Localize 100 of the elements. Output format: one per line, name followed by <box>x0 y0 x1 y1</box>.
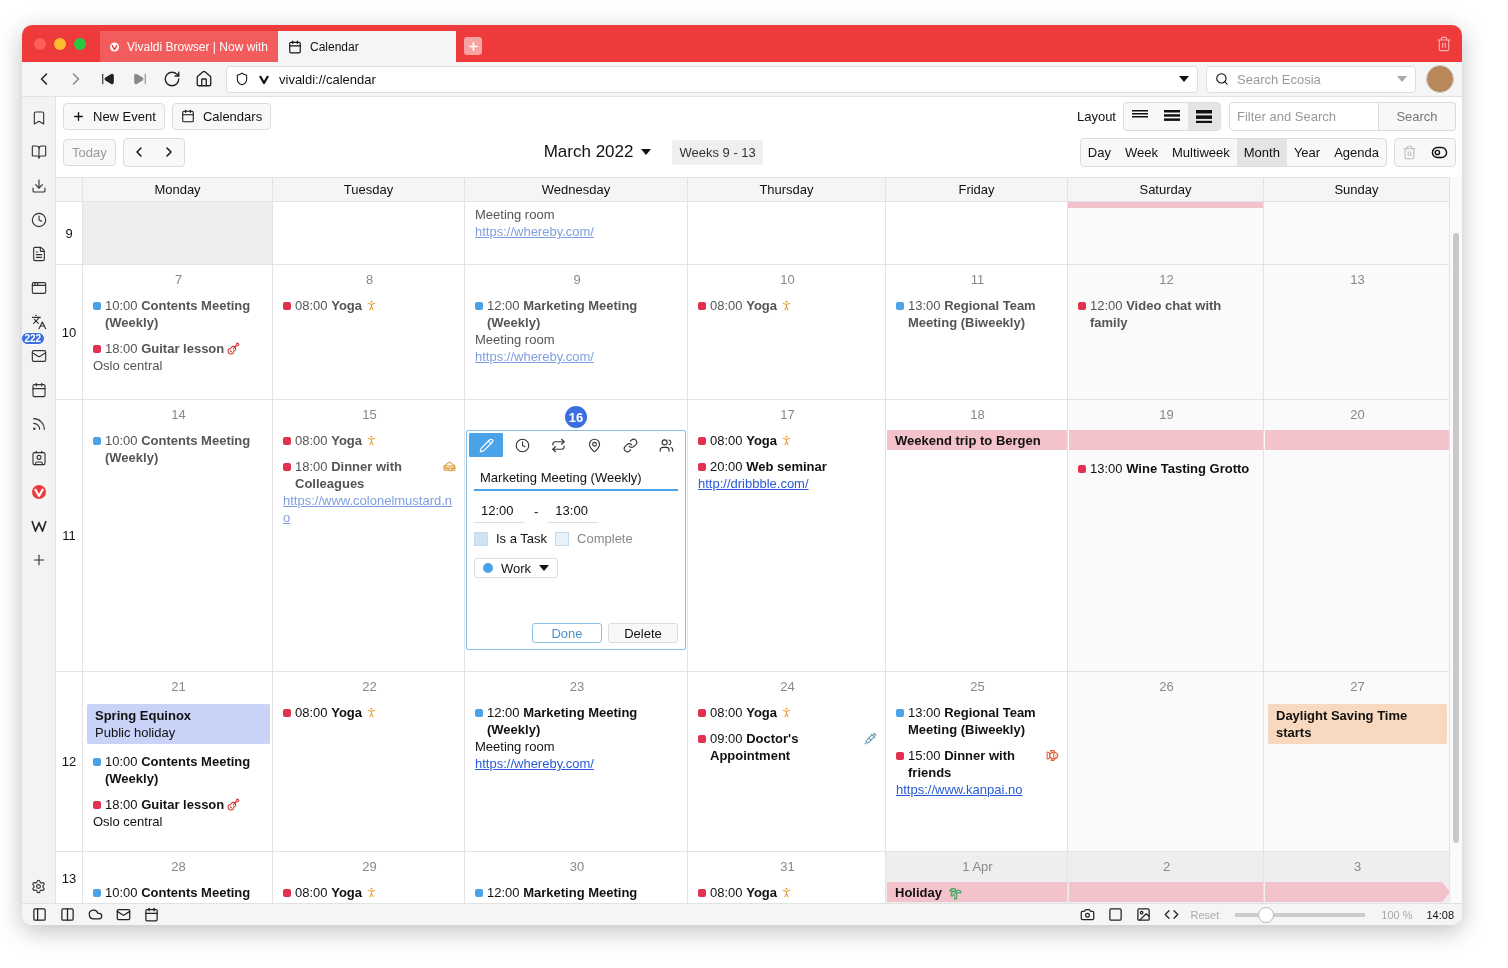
event-title[interactable]: 08:00 Yoga <box>710 432 777 449</box>
day-cell[interactable]: 21 Spring Equinox Public holiday 10:00 Contents Meeting (Weekly) 18:00 Guitar lesson Oslo central <box>83 672 273 852</box>
day-cell[interactable]: 22 08:00 Yoga <box>273 672 465 852</box>
calendar-button[interactable] <box>142 905 160 924</box>
event-title[interactable]: 18:00 Guitar lesson <box>105 340 225 357</box>
view-tab[interactable]: Day <box>1080 138 1118 166</box>
day-cell[interactable]: 9 12:00 Marketing Meeting (Weekly) Meeting room https://whereby.com/ <box>465 265 688 400</box>
day-cell[interactable]: 25 13:00 Regional Team Meeting (Biweekly) 15:00 Dinner with friends https://www.kanpai.no <box>886 672 1068 852</box>
day-cell[interactable]: 11 13:00 Regional Team Meeting (Biweekly) <box>886 265 1068 400</box>
event-title[interactable]: 10:00 Contents Meeting (Weekly) <box>105 432 264 466</box>
day-cell[interactable]: 15 08:00 Yoga 18:00 Dinner with Colleagues https://www.colonelmustard.no <box>273 400 465 672</box>
day-cell[interactable]: 13 <box>1264 265 1450 400</box>
day-cell[interactable] <box>83 202 273 265</box>
new-tab-button[interactable] <box>464 37 482 55</box>
day-cell[interactable]: 20 <box>1264 400 1450 672</box>
event-title[interactable]: 08:00 Yoga <box>295 432 362 449</box>
day-number: 29 <box>362 859 377 874</box>
day-cell[interactable]: 10 08:00 Yoga <box>688 265 886 400</box>
day-cell[interactable]: 8 08:00 Yoga <box>273 265 465 400</box>
multi-day-event[interactable]: Holiday <box>887 882 1067 902</box>
search-input[interactable]: Search Ecosia <box>1235 70 1391 88</box>
window-button[interactable] <box>1106 905 1125 924</box>
event-title[interactable]: 08:00 Yoga <box>710 704 777 721</box>
event-title[interactable]: 12:00 Video chat with family <box>1090 297 1255 331</box>
event-title[interactable]: 08:00 Yoga <box>295 297 362 314</box>
vivaldi-logo-icon <box>31 485 46 499</box>
clock-icon <box>514 437 530 453</box>
day-cell[interactable]: 23 12:00 Marketing Meeting (Weekly) Meeting room https://whereby.com/ <box>465 672 688 852</box>
address-field[interactable]: vivaldi://calendar <box>226 65 1198 93</box>
filter-field[interactable]: Filter and Search <box>1229 101 1379 131</box>
event-title[interactable]: 08:00 Yoga <box>710 297 777 314</box>
event-title[interactable]: 13:00 Regional Team Meeting (Biweekly) <box>908 704 1059 738</box>
view-tab[interactable]: Agenda <box>1327 138 1386 166</box>
event-title[interactable]: 10:00 Contents Meeting (Weekly) <box>105 753 264 787</box>
event-title[interactable]: 12:00 Marketing Meeting (Weekly) <box>487 704 679 738</box>
day-cell[interactable] <box>886 202 1068 265</box>
calendar-select[interactable]: Work <box>474 558 559 578</box>
view-tab[interactable]: Week <box>1117 138 1165 166</box>
event-title[interactable]: 10:00 Contents Meeting <box>105 884 251 901</box>
day-cell[interactable]: 7 10:00 Contents Meeting (Weekly) 18:00 Guitar lesson Oslo central <box>83 265 273 400</box>
reload-icon <box>163 70 181 88</box>
day-cell[interactable] <box>1264 202 1450 265</box>
event-title[interactable]: 20:00 Web seminar <box>710 458 827 475</box>
delete-button[interactable]: Delete <box>608 623 678 643</box>
view-tab[interactable]: Year <box>1286 138 1328 166</box>
day-cell[interactable]: 27 Daylight Saving Time starts <box>1264 672 1450 852</box>
multi-day-event[interactable]: Weekend trip to Bergen <box>887 430 1067 450</box>
guitar-icon <box>227 798 241 811</box>
month-picker[interactable]: March 2022 <box>543 142 652 162</box>
event-title[interactable]: 08:00 Yoga <box>295 704 362 721</box>
avatar[interactable] <box>1426 65 1454 93</box>
day-cell[interactable]: Meeting room https://whereby.com/ <box>465 202 688 265</box>
panel-toggle-button[interactable] <box>30 905 48 924</box>
zoom-slider-thumb[interactable] <box>1258 906 1275 923</box>
view-tab[interactable]: Month <box>1236 138 1287 166</box>
event-title[interactable]: 10:00 Contents Meeting (Weekly) <box>105 297 264 331</box>
unread-badge: 222 <box>22 332 46 345</box>
tiling-button[interactable] <box>58 905 76 924</box>
day-cell[interactable]: 14 10:00 Contents Meeting (Weekly) <box>83 400 273 672</box>
event-title[interactable]: 08:00 Yoga <box>295 884 362 901</box>
day-cell[interactable]: 26 <box>1068 672 1264 852</box>
scrollbar[interactable] <box>1453 233 1459 843</box>
day-cell[interactable]: 1 Apr Holiday <box>886 852 1068 903</box>
event-title[interactable]: 18:00 Dinner with Colleagues <box>295 458 440 492</box>
day-cell[interactable]: 12 12:00 Video chat with family <box>1068 265 1264 400</box>
all-day-event[interactable]: Daylight Saving Time starts <box>1268 704 1447 744</box>
search-field[interactable]: Search Ecosia <box>1206 65 1416 93</box>
checkbox[interactable] <box>474 531 488 546</box>
day-cell[interactable] <box>273 202 465 265</box>
day-cell[interactable]: 18 Weekend trip to Bergen <box>886 400 1068 672</box>
view-tab[interactable]: Multiweek <box>1164 138 1237 166</box>
day-cell[interactable] <box>1068 202 1264 265</box>
day-cell[interactable]: 17 08:00 Yoga 20:00 Web seminar http://dribbble.com/ <box>688 400 886 672</box>
search-button[interactable]: Search <box>1379 101 1456 131</box>
browser-tab[interactable]: Calendar <box>278 31 456 62</box>
new-event-button[interactable]: New Event <box>63 102 165 130</box>
panel-icon <box>31 907 47 922</box>
event-link[interactable]: https://whereby.com/ <box>475 755 679 772</box>
event-link[interactable]: https://www.kanpai.no <box>896 781 1059 798</box>
event-title[interactable]: 13:00 Wine Tasting Grotto <box>1090 460 1250 477</box>
event-title[interactable]: 13:00 Regional Team Meeting (Biweekly) <box>908 297 1059 331</box>
caret-icon <box>539 565 550 571</box>
event-title[interactable]: 12:00 Marketing Meeting <box>487 884 638 901</box>
event-title[interactable]: 18:00 Guitar lesson <box>105 796 225 813</box>
event-title[interactable]: 09:00 Doctor's Appointment <box>710 730 861 764</box>
day-number: 21 <box>171 679 186 694</box>
calendars-button[interactable]: Calendars <box>171 102 272 130</box>
event-link[interactable]: http://dribbble.com/ <box>698 475 877 492</box>
day-cell[interactable]: 24 08:00 Yoga 09:00 Doctor's Appointment <box>688 672 886 852</box>
all-day-event[interactable]: Spring Equinox Public holiday <box>87 704 270 744</box>
layout-label: Layout <box>1076 108 1116 124</box>
day-cell[interactable]: 19 13:00 Wine Tasting Grotto <box>1068 400 1264 672</box>
images-button[interactable] <box>1134 905 1153 924</box>
person-icon <box>365 706 378 719</box>
event-title[interactable]: 12:00 Marketing Meeting (Weekly) <box>487 297 679 331</box>
day-cell[interactable] <box>688 202 886 265</box>
weekday-header: Monday <box>83 178 273 202</box>
event-title[interactable]: 15:00 Dinner with friends <box>908 747 1043 781</box>
layout-button[interactable] <box>1188 102 1220 130</box>
event-title[interactable]: 08:00 Yoga <box>710 884 777 901</box>
